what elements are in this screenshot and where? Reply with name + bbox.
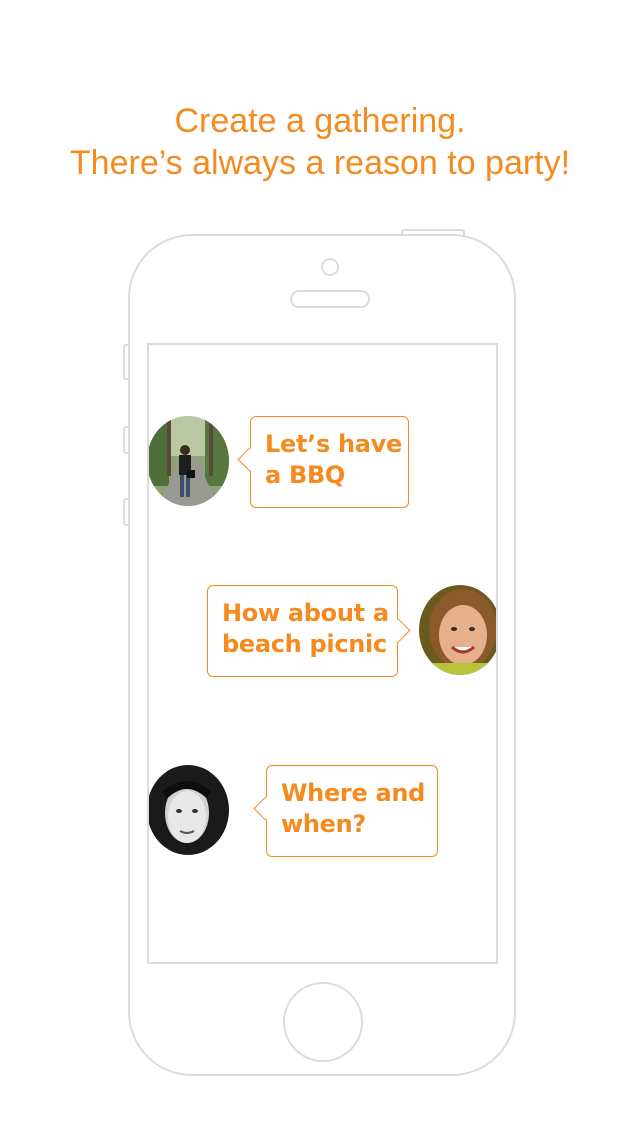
headline: Create a gathering. There’s always a rea…: [0, 100, 640, 184]
chat-bubble-3: Where and when?: [266, 765, 438, 857]
chat-bubble-3-line-2: when?: [281, 810, 367, 838]
chat-bubble-1: Let’s have a BBQ: [250, 416, 409, 508]
chat-bubble-2: How about a beach picnic: [207, 585, 398, 677]
curly-hair-woman-avatar: [149, 765, 229, 855]
phone-screen: Let’s have a BBQ How about a beach picni…: [147, 343, 498, 964]
onboarding-page: Create a gathering. There’s always a rea…: [0, 0, 640, 1136]
chat-bubble-2-line-2: beach picnic: [222, 630, 387, 658]
chat-bubble-3-line-1: Where and: [281, 779, 426, 807]
chat-bubble-2-line-1: How about a: [222, 599, 389, 627]
phone-camera-icon: [321, 258, 339, 276]
phone-speaker: [290, 290, 370, 308]
phone-home-button-icon: [283, 982, 363, 1062]
headline-line-2: There’s always a reason to party!: [69, 144, 571, 182]
headline-line-1: Create a gathering.: [174, 102, 466, 140]
chat-bubble-1-line-2: a BBQ: [265, 461, 346, 489]
chat-bubble-1-line-1: Let’s have: [265, 430, 403, 458]
smiling-woman-avatar: [419, 585, 496, 675]
man-on-road-avatar: [149, 416, 229, 506]
